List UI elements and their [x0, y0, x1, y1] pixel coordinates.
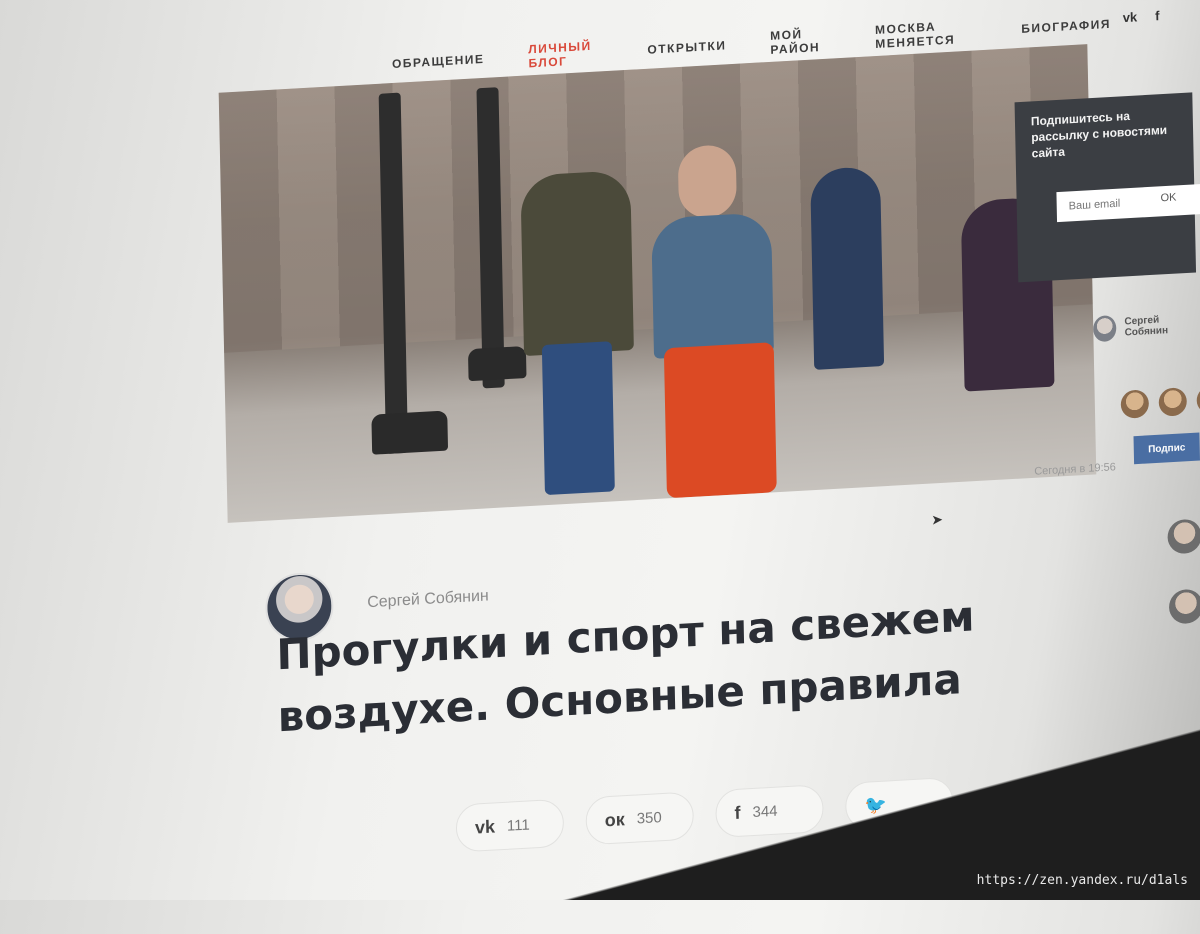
vk-icon: vk [474, 815, 496, 838]
share-count: 344 [752, 802, 778, 821]
background-pedestrian [810, 165, 885, 370]
nav-item-obrashchenie[interactable]: ОБРАЩЕНИЕ [392, 52, 485, 71]
woman-red-skirt [663, 342, 777, 499]
avatar[interactable] [1196, 385, 1200, 415]
facebook-icon[interactable]: f [1155, 8, 1160, 23]
woman-denim-jacket [651, 212, 774, 359]
hero-image [218, 44, 1097, 523]
avatar[interactable] [1168, 588, 1200, 625]
share-facebook-button[interactable]: f 344 [715, 784, 824, 839]
nav-item-biografiya[interactable]: БИОГРАФИЯ [1021, 17, 1111, 36]
nav-item-moskva-menyaetsya[interactable]: МОСКВА МЕНЯЕТСЯ [875, 17, 978, 51]
subscribe-ok-button[interactable]: OK [1160, 191, 1176, 204]
share-buttons: vk 111 ок 350 f 344 🐦 [455, 776, 954, 853]
person-with-backpack [520, 169, 634, 357]
woman-head-masked [677, 143, 738, 220]
right-rail-avatars [1167, 518, 1200, 625]
street-lamp-base [467, 345, 527, 382]
author-name[interactable]: Сергей Собянин [367, 587, 489, 612]
twitter-icon: 🐦 [864, 794, 887, 816]
avatar [1093, 314, 1117, 343]
page: ОБРАЩЕНИЕ ЛИЧНЫЙ БЛОГ ОТКРЫТКИ МОЙ РАЙОН… [0, 0, 1200, 934]
person-legs [541, 341, 615, 496]
nav-item-lichny-blog[interactable]: ЛИЧНЫЙ БЛОГ [528, 38, 604, 71]
sidebar-author-name: Сергей Собянин [1124, 314, 1169, 339]
share-vk-button[interactable]: vk 111 [455, 798, 565, 853]
sidebar-author[interactable]: Сергей Собянин [1093, 310, 1197, 343]
street-lamp-base [371, 410, 449, 455]
odnoklassniki-icon: ок [604, 808, 625, 830]
newsletter-widget: Подпишитесь на рассылку с новостями сайт… [1014, 92, 1200, 283]
mouse-cursor-icon: ➤ [931, 510, 944, 528]
share-count: 350 [636, 808, 662, 828]
vk-icon[interactable]: vk [1123, 9, 1138, 25]
email-input[interactable] [1056, 183, 1200, 223]
avatar[interactable] [1167, 518, 1200, 555]
avatar[interactable] [1120, 389, 1150, 419]
share-twitter-button[interactable]: 🐦 [844, 776, 954, 831]
share-count: 111 [506, 816, 530, 835]
avatar[interactable] [1158, 387, 1188, 417]
friends-avatars [1120, 385, 1200, 419]
vk-subscribe-button[interactable]: Подпис [1133, 432, 1200, 465]
facebook-icon: f [734, 802, 741, 823]
nav-item-moy-rayon[interactable]: МОЙ РАЙОН [770, 25, 832, 57]
nav-item-otkrytki[interactable]: ОТКРЫТКИ [647, 38, 726, 56]
newsletter-title: Подпишитесь на рассылку с новостями сайт… [1030, 108, 1168, 161]
share-odnoklassniki-button[interactable]: ок 350 [585, 791, 695, 846]
watermark: https://zen.yandex.ru/d1als [976, 873, 1188, 888]
top-social-links: vk f [1123, 8, 1160, 25]
